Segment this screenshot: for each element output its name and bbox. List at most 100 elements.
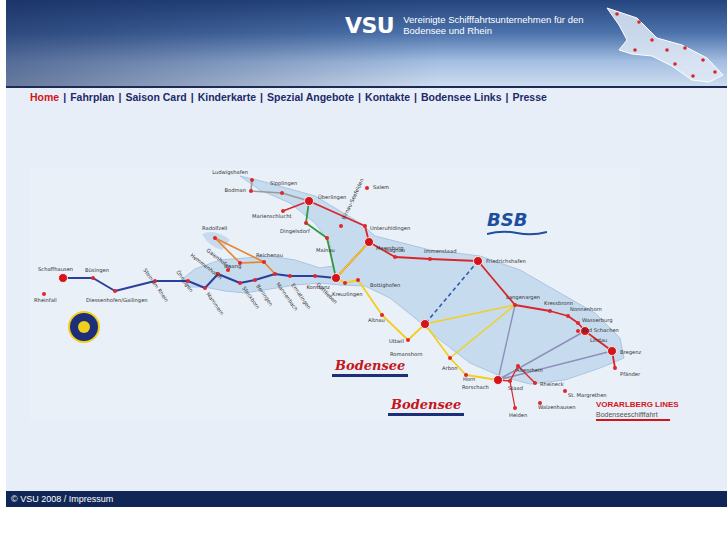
nav-link[interactable]: Presse (512, 91, 546, 103)
town-label[interactable]: Ludwigshafen (212, 169, 248, 176)
town-label[interactable]: Walzenhausen (538, 404, 576, 410)
town-dot[interactable] (608, 347, 617, 356)
town-label[interactable]: Altnau (368, 317, 385, 323)
town-label[interactable]: Pfänder (620, 371, 641, 377)
town-dot[interactable] (91, 276, 95, 280)
town-dot[interactable] (253, 278, 257, 282)
town-dot[interactable] (250, 178, 254, 182)
town-label[interactable]: Altenrhein (516, 367, 543, 373)
town-dot[interactable] (576, 329, 580, 333)
town-label[interactable]: Öhningen (174, 269, 194, 294)
town-dot[interactable] (203, 286, 207, 290)
town-label[interactable]: Dingelsdorf (280, 228, 310, 235)
town-label[interactable]: Radolfzell (202, 225, 227, 231)
town-dot[interactable] (113, 289, 117, 293)
town-label[interactable]: Langenargen (506, 294, 540, 301)
town-label[interactable]: Lindau (590, 337, 607, 343)
town-label[interactable]: Berlingen (254, 283, 274, 307)
nav-link[interactable]: Kinderkarte (198, 91, 256, 103)
town-label[interactable]: Überlingen (318, 194, 346, 201)
town-label[interactable]: Horn (463, 376, 475, 382)
town-dot[interactable] (448, 356, 452, 360)
town-dot[interactable] (613, 366, 617, 370)
town-dot[interactable] (474, 257, 483, 266)
town-dot[interactable] (365, 186, 369, 190)
town-dot[interactable] (363, 224, 367, 228)
nav-link[interactable]: Spezial Angebote (267, 91, 354, 103)
town-label[interactable]: Nonnenhorn (570, 306, 602, 312)
town-label[interactable]: Diessenhofen/Gailingen (86, 297, 148, 304)
town-dot[interactable] (533, 381, 537, 385)
town-dot[interactable] (288, 274, 292, 278)
town-label[interactable]: Konstanz (306, 284, 330, 290)
town-dot[interactable] (305, 197, 314, 206)
town-label[interactable]: Staad (508, 385, 523, 391)
vsu-logo[interactable]: VSU (345, 14, 394, 38)
town-dot[interactable] (42, 292, 46, 296)
town-dot[interactable] (393, 255, 397, 259)
town-label[interactable]: Büsingen (85, 267, 109, 274)
town-label[interactable]: Bottighofen (370, 282, 400, 289)
town-dot[interactable] (421, 320, 430, 329)
town-dot[interactable] (513, 303, 517, 307)
town-label[interactable]: Reichenau (256, 252, 283, 258)
town-dot[interactable] (59, 274, 68, 283)
town-label[interactable]: Stein am Rhein (142, 267, 170, 303)
town-label[interactable]: Friedrichshafen (486, 258, 526, 264)
town-label[interactable]: Bad Schachen (582, 327, 619, 333)
town-label[interactable]: Kreuzlingen (332, 291, 363, 298)
town-label[interactable]: Arbon (442, 365, 457, 371)
town-label[interactable]: Rheineck (540, 381, 564, 387)
town-dot[interactable] (238, 281, 242, 285)
town-label[interactable]: Mainau (316, 247, 335, 253)
town-label[interactable]: Gaienhofen (205, 247, 232, 270)
town-dot[interactable] (280, 191, 284, 195)
nav-link[interactable]: Fahrplan (70, 91, 114, 103)
town-label[interactable]: Schaffhausen (38, 266, 73, 272)
town-label[interactable]: Bregenz (620, 349, 642, 356)
town-label[interactable]: Uttwil (389, 338, 404, 344)
town-dot[interactable] (325, 236, 329, 240)
town-label[interactable]: Kressbronn (544, 300, 573, 306)
town-dot[interactable] (304, 221, 308, 225)
town-dot[interactable] (365, 238, 374, 247)
nav-link[interactable]: Home (30, 91, 59, 103)
town-dot[interactable] (576, 321, 580, 325)
town-dot[interactable] (249, 189, 253, 193)
town-label[interactable]: Rheinfall (34, 297, 57, 303)
town-dot[interactable] (343, 281, 347, 285)
town-dot[interactable] (313, 274, 317, 278)
town-label[interactable]: Salem (373, 184, 389, 190)
town-dot[interactable] (406, 338, 410, 342)
town-dot[interactable] (494, 376, 503, 385)
town-dot[interactable] (513, 406, 517, 410)
town-label[interactable]: St. Margrethen (568, 392, 607, 399)
town-dot[interactable] (213, 236, 217, 240)
town-label[interactable]: Sipplingen (270, 180, 297, 187)
town-label[interactable]: Wasserburg (582, 317, 613, 324)
town-label[interactable]: Heiden (509, 412, 527, 418)
town-dot[interactable] (356, 278, 360, 282)
town-label[interactable]: Immenstaad (424, 248, 457, 254)
town-label[interactable]: Romanshorn (390, 351, 423, 357)
town-dot[interactable] (339, 224, 343, 228)
town-label[interactable]: Hagnau (385, 247, 405, 254)
footer-text[interactable]: © VSU 2008 / Impressum (11, 494, 113, 504)
nav-link[interactable]: Saison Card (125, 91, 186, 103)
town-label[interactable]: Unteruhldingen (370, 225, 410, 232)
town-dot[interactable] (262, 260, 266, 264)
town-dot[interactable] (273, 272, 277, 276)
town-dot[interactable] (548, 309, 552, 313)
town-label[interactable]: Bodman (224, 187, 246, 193)
town-dot[interactable] (428, 257, 432, 261)
town-label[interactable]: Marienschlucht (252, 213, 291, 219)
town-label[interactable]: Birnau-Seefelden (340, 177, 364, 220)
town-label[interactable]: Rorschach (462, 384, 489, 390)
nav-link[interactable]: Bodensee Links (421, 91, 502, 103)
town-dot[interactable] (566, 314, 570, 318)
town-label[interactable]: Mammern (205, 291, 225, 316)
nav-link[interactable]: Kontakte (365, 91, 410, 103)
town-dot[interactable] (508, 379, 512, 383)
town-dot[interactable] (563, 389, 567, 393)
town-dot[interactable] (332, 274, 341, 283)
